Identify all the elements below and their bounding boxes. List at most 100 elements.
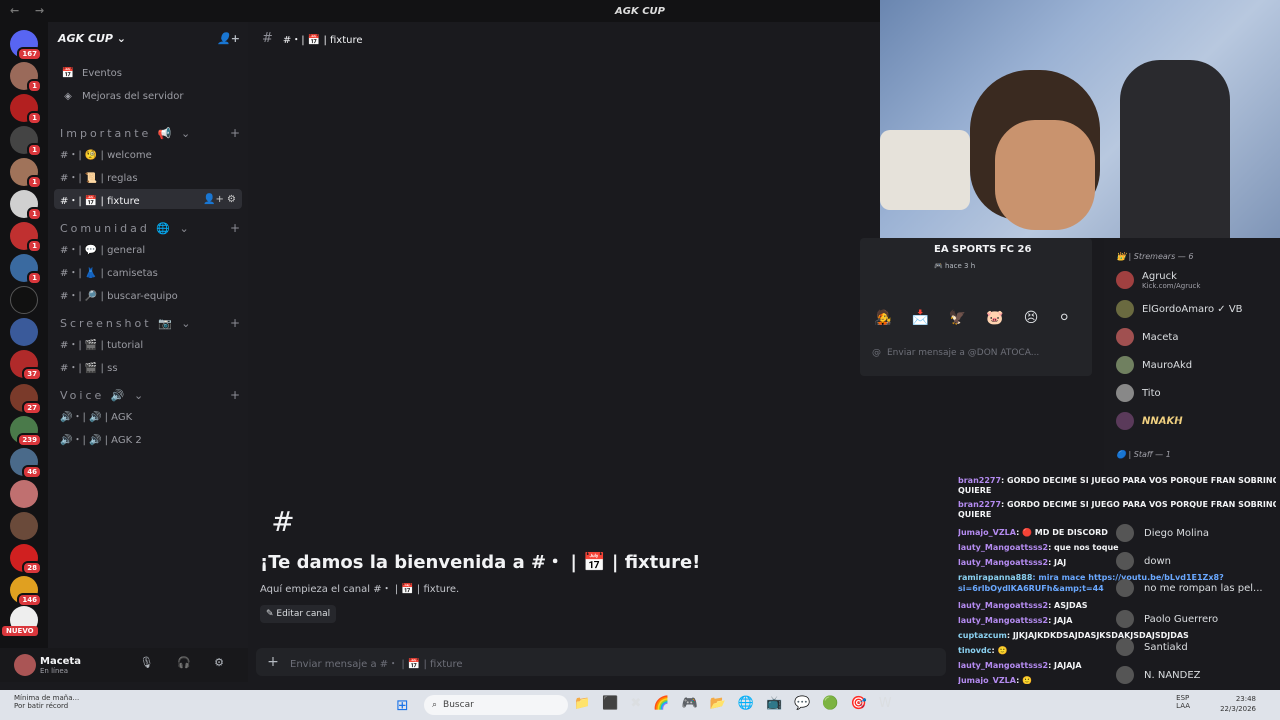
reaction-emoji[interactable]: 🧑‍🎤 (874, 310, 891, 326)
member-item[interactable]: ElGordoAmaro ✓ VB (1116, 297, 1276, 321)
server-icon[interactable]: 1 (10, 126, 42, 157)
taskbar-app-icon[interactable]: 💬 (794, 696, 810, 711)
server-icon[interactable]: 1 (10, 158, 42, 189)
member-item[interactable]: down (1116, 552, 1171, 570)
discord-home-icon[interactable]: 167 (10, 30, 42, 61)
server-icon[interactable] (10, 512, 38, 540)
member-list: 👑 | Stremears — 6 Agruck Kick.com/Agruck … (1104, 238, 1280, 478)
dm-input[interactable]: @ Enviar mensaje a @DON ATOCA... (872, 344, 1084, 362)
windows-start-icon[interactable]: ⊞ (396, 697, 412, 713)
server-icon[interactable]: 27 (10, 384, 42, 415)
server-icon[interactable]: 1 (10, 254, 42, 285)
taskbar-app-icon[interactable]: 🎮 (681, 696, 697, 711)
window-title: AGK CUP (615, 5, 665, 17)
taskbar-app-icon[interactable]: 🌈 (653, 696, 669, 711)
channel-tutorial[interactable]: #・| 🎬 | tutorial (54, 333, 242, 353)
category-voice[interactable]: Voice 🔊 ⌄ + (60, 387, 240, 403)
search-icon: ⌕ (432, 700, 438, 710)
language-indicator[interactable]: ESP LAA (1176, 694, 1190, 710)
server-icon[interactable]: 146 (10, 576, 42, 607)
user-controls[interactable]: 🎙 🎧 ⚙ (139, 656, 234, 669)
reaction-emoji[interactable]: 🦅 (949, 310, 966, 326)
member-item[interactable]: Tito (1116, 381, 1276, 405)
avatar (1116, 328, 1134, 346)
avatar (1116, 552, 1134, 570)
member-item[interactable]: Diego Molina (1116, 524, 1209, 542)
category-screenshot[interactable]: Screenshot 📷 ⌄ + (60, 315, 240, 331)
reaction-emoji[interactable]: 😣 (1024, 310, 1039, 326)
server-icon[interactable]: 239 (10, 416, 42, 447)
member-category: 👑 | Stremears — 6 (1116, 252, 1194, 261)
member-item[interactable]: N. NANDEZ (1116, 666, 1201, 684)
avatar (1116, 412, 1134, 430)
category-importante[interactable]: Importante 📢 ⌄ + (60, 125, 240, 141)
server-icon[interactable]: 46 (10, 448, 42, 479)
server-icon[interactable]: 1 (10, 94, 42, 125)
activity-time: 🎮 hace 3 h (934, 262, 976, 270)
member-item[interactable]: Maceta (1116, 325, 1276, 349)
voice-channel-agk[interactable]: 🔊・| 🔊 | AGK (54, 405, 242, 425)
taskbar-app-icon[interactable]: ✖ (630, 696, 641, 711)
server-icon[interactable] (10, 480, 38, 508)
overlay-member-list: Diego Molina down no me rompan las pel..… (1116, 476, 1276, 684)
attach-plus-icon[interactable]: + (256, 654, 290, 670)
server-icon[interactable]: 1 (10, 62, 42, 93)
channel-fixture[interactable]: #・| 📅 | fixture 👤+ ⚙ (54, 189, 242, 209)
events-item[interactable]: 📅 Eventos (54, 63, 242, 83)
server-icon[interactable]: 1 (10, 222, 42, 253)
taskbar-app-icon[interactable]: 📁 (574, 696, 590, 711)
welcome-subtitle: Aquí empieza el canal #・ | 📅 | fixture. (260, 584, 460, 595)
edit-channel-button[interactable]: ✎ Editar canal (260, 605, 337, 623)
nav-arrows[interactable]: ← → (10, 4, 50, 17)
server-icon[interactable]: 1 (10, 190, 42, 221)
taskbar-search[interactable]: ⌕ Buscar (424, 695, 568, 715)
message-composer[interactable]: + Enviar mensaje a #・ | 📅 | fixture (256, 648, 946, 676)
user-name-block[interactable]: Maceta En línea (40, 656, 81, 675)
channel-camisetas[interactable]: #・| 👗 | camisetas (54, 261, 242, 281)
add-channel-icon[interactable]: + (230, 126, 240, 140)
server-icon[interactable]: 28 (10, 544, 42, 575)
reaction-emoji[interactable]: 📩 (911, 310, 928, 326)
member-item[interactable]: Santiakd (1116, 638, 1188, 656)
add-channel-icon[interactable]: + (230, 316, 240, 330)
at-icon: @ (872, 348, 881, 358)
voice-channel-agk2[interactable]: 🔊・| 🔊 | AGK 2 (54, 428, 242, 448)
avatar (1116, 271, 1134, 289)
avatar (1116, 356, 1134, 374)
clock[interactable]: 23:48 22/3/2026 (1220, 694, 1256, 714)
member-item[interactable]: Paolo Guerrero (1116, 610, 1218, 628)
server-icon[interactable]: 37 (10, 350, 42, 381)
member-item[interactable]: MauroAkd (1116, 353, 1276, 377)
add-channel-icon[interactable]: + (230, 388, 240, 402)
taskbar-app-icon[interactable]: 🎯 (851, 696, 867, 711)
boost-item[interactable]: ◈ Mejoras del servidor (54, 86, 242, 106)
server-icon[interactable] (10, 286, 38, 314)
server-header[interactable]: AGK CUP ⌄ 👤+ (48, 22, 248, 54)
channel-ss[interactable]: #・| 🎬 | ss (54, 356, 242, 376)
member-item[interactable]: 𝙉𝙉𝘼𝙆𝙃 (1116, 409, 1276, 433)
server-icon[interactable] (10, 318, 38, 346)
invite-icon[interactable]: 👤+ (217, 32, 240, 45)
member-item[interactable]: no me rompan las pel... (1116, 579, 1263, 597)
channel-general[interactable]: #・| 💬 | general (54, 238, 242, 258)
category-comunidad[interactable]: Comunidad 🌐 ⌄ + (60, 220, 240, 236)
channel-welcome[interactable]: #・| 🧐 | welcome (54, 143, 242, 163)
avatar[interactable] (14, 654, 36, 676)
avatar (1116, 666, 1134, 684)
reaction-emoji[interactable]: ⚪ (1058, 310, 1070, 326)
composer-placeholder: Enviar mensaje a #・ | 📅 | fixture (290, 658, 463, 670)
taskbar-app-icon[interactable]: ⬛ (602, 696, 618, 711)
taskbar-app-icon[interactable]: 📂 (710, 696, 726, 711)
taskbar-app-icon[interactable]: 🟢 (822, 696, 838, 711)
chat-area: # #・| 📅 | fixture # ¡Te damos la bienven… (248, 22, 946, 682)
channel-settings-icon[interactable]: 👤+ ⚙ (203, 194, 236, 205)
taskbar-app-icon[interactable]: 📺 (766, 696, 782, 711)
taskbar-app-icon[interactable]: W (879, 696, 892, 711)
reaction-emoji[interactable]: 🐷 (986, 310, 1003, 326)
add-channel-icon[interactable]: + (230, 221, 240, 235)
channel-reglas[interactable]: #・| 📜 | reglas (54, 166, 242, 186)
weather-widget[interactable]: Mínima de maña... Por batir récord (14, 694, 79, 710)
taskbar-app-icon[interactable]: 🌐 (738, 696, 754, 711)
channel-buscar-equipo[interactable]: #・| 🔎 | buscar-equipo (54, 284, 242, 304)
member-item[interactable]: Agruck Kick.com/Agruck (1116, 268, 1276, 292)
